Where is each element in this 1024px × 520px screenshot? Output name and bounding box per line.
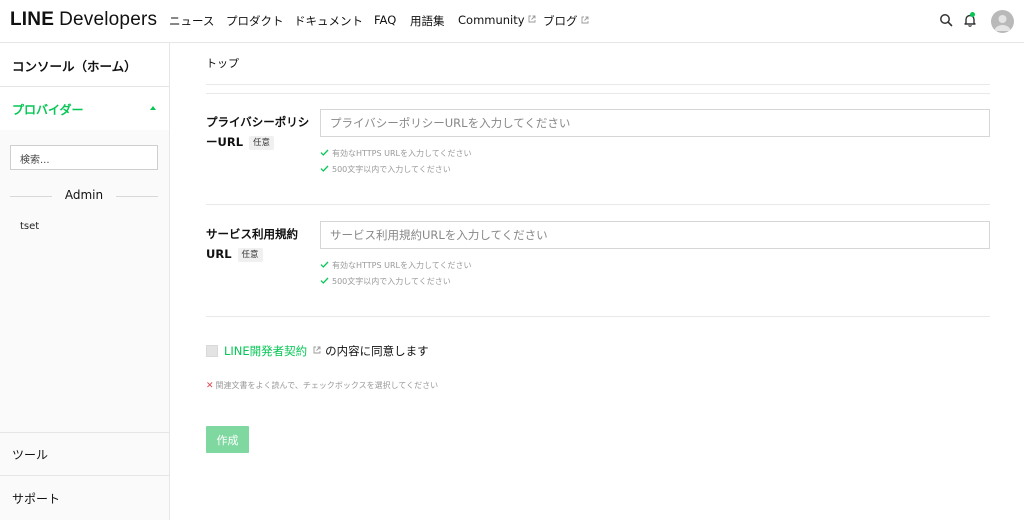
- optional-badge: 任意: [249, 136, 275, 150]
- validation-hint: 有効なHTTPS URLを入力してください: [320, 260, 471, 271]
- validation-hint-text: 500文字以内で入力してください: [332, 165, 451, 174]
- provider-item[interactable]: tset: [20, 221, 39, 232]
- sidebar: コンソール（ホーム） プロバイダー Admin tset ツール サポート: [0, 43, 170, 520]
- nav-faq[interactable]: FAQ: [374, 13, 396, 27]
- avatar[interactable]: [991, 10, 1014, 33]
- sidebar-item-label: サポート: [12, 492, 61, 506]
- privacy-policy-label: プライバシーポリシ ーURL 任意: [206, 112, 309, 152]
- validation-hint-text: 有効なHTTPS URLを入力してください: [332, 261, 472, 270]
- nav-blog[interactable]: ブログ: [543, 13, 589, 29]
- divider: [206, 93, 990, 94]
- nav-blog-label: ブログ: [543, 14, 578, 28]
- developer-agreement-link[interactable]: LINE開発者契約: [224, 344, 307, 358]
- check-icon: [320, 276, 329, 285]
- privacy-policy-url-input[interactable]: [320, 109, 990, 137]
- sidebar-item-label: ツール: [12, 448, 49, 462]
- provider-panel: Admin tset: [0, 130, 169, 432]
- validation-hint-text: 有効なHTTPS URLを入力してください: [332, 149, 472, 158]
- logo-line-text: LINE: [10, 9, 55, 30]
- label-line: ーURL 任意: [206, 132, 309, 152]
- external-link-icon: [581, 16, 589, 24]
- sidebar-item-support[interactable]: サポート: [0, 476, 169, 520]
- breadcrumb[interactable]: トップ: [206, 55, 239, 71]
- chevron-up-icon: [150, 106, 156, 110]
- sidebar-item-console-home[interactable]: コンソール（ホーム）: [0, 43, 169, 87]
- label-line-text: ーURL: [206, 135, 244, 149]
- check-icon: [320, 260, 329, 269]
- logo-developers-text: Developers: [59, 9, 158, 30]
- nav-products[interactable]: プロダクト: [226, 13, 284, 29]
- divider: [206, 316, 990, 317]
- line-developers-logo[interactable]: LINE Developers: [10, 9, 157, 31]
- validation-hint: 500文字以内で入力してください: [320, 276, 451, 287]
- label-line: URL 任意: [206, 244, 298, 264]
- error-message: ✕ 関連文書をよく読んで、チェックボックスを選択してください: [206, 380, 438, 391]
- create-button[interactable]: 作成: [206, 426, 249, 453]
- search-icon[interactable]: [939, 12, 955, 28]
- error-message-text: 関連文書をよく読んで、チェックボックスを選択してください: [215, 381, 439, 390]
- check-icon: [320, 164, 329, 173]
- nav-news[interactable]: ニュース: [169, 13, 214, 29]
- nav-community-label: Community: [458, 13, 525, 27]
- validation-hint: 有効なHTTPS URLを入力してください: [320, 148, 471, 159]
- label-line: サービス利用規約: [206, 227, 298, 241]
- terms-of-service-label: サービス利用規約 URL 任意: [206, 224, 298, 264]
- label-line-text: URL: [206, 247, 232, 261]
- provider-group-label: Admin: [64, 188, 104, 202]
- divider: [206, 204, 990, 205]
- sidebar-item-label: プロバイダー: [12, 103, 84, 117]
- agreement-text: の内容に同意します: [325, 344, 429, 358]
- sidebar-item-provider[interactable]: プロバイダー: [0, 87, 169, 130]
- notification-dot: [970, 12, 975, 17]
- x-icon: ✕: [206, 381, 214, 391]
- check-icon: [320, 148, 329, 157]
- agreement-checkbox[interactable]: [206, 345, 218, 357]
- nav-documents[interactable]: ドキュメント: [294, 13, 363, 29]
- top-navigation-bar: LINE Developers ニュース プロダクト ドキュメント FAQ 用語集…: [0, 0, 1024, 43]
- provider-group-header: Admin: [10, 188, 158, 204]
- validation-hint-text: 500文字以内で入力してください: [332, 277, 451, 286]
- provider-search-input[interactable]: [10, 145, 158, 170]
- optional-badge: 任意: [237, 248, 263, 262]
- terms-of-service-url-input[interactable]: [320, 221, 990, 249]
- divider: [206, 84, 990, 85]
- sidebar-item-tools[interactable]: ツール: [0, 432, 169, 476]
- agreement-row: LINE開発者契約 の内容に同意します: [206, 343, 429, 359]
- external-link-icon: [313, 346, 321, 354]
- sidebar-item-label: コンソール（ホーム）: [12, 59, 137, 74]
- nav-community[interactable]: Community: [458, 13, 536, 27]
- nav-glossary[interactable]: 用語集: [410, 13, 445, 29]
- validation-hint: 500文字以内で入力してください: [320, 164, 451, 175]
- label-line: プライバシーポリシ: [206, 115, 310, 129]
- external-link-icon: [528, 15, 536, 23]
